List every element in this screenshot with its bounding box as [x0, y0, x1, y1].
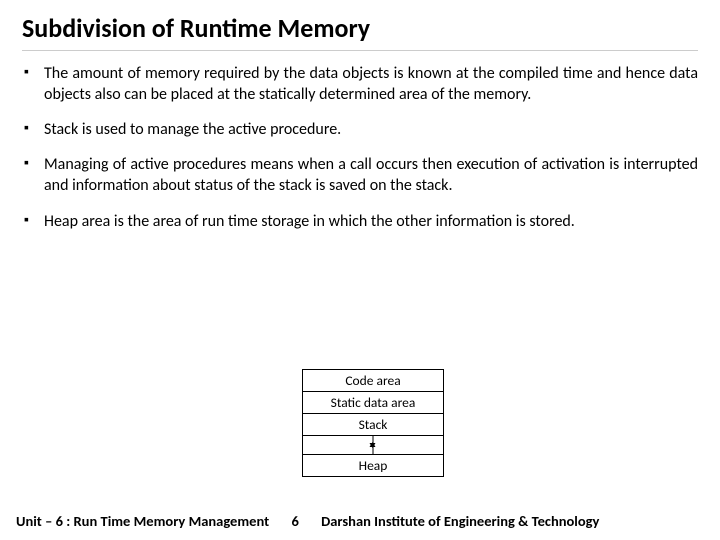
footer-page-number: 6: [269, 512, 321, 530]
slide-footer: Unit – 6 : Run Time Memory Management 6 …: [0, 512, 720, 540]
diagram-row-static: Static data area: [302, 391, 444, 414]
footer-institute: Darshan Institute of Engineering & Techn…: [321, 512, 704, 530]
footer-unit: Unit – 6 : Run Time Memory Management: [16, 512, 269, 530]
slide: Subdivision of Runtime Memory The amount…: [0, 0, 720, 540]
list-item: Heap area is the area of run time storag…: [22, 211, 698, 232]
diagram-row-code: Code area: [302, 369, 444, 392]
list-item: Managing of active procedures means when…: [22, 154, 698, 196]
diagram-gap: [302, 435, 444, 455]
bullet-list: The amount of memory required by the dat…: [22, 63, 698, 232]
diagram-row-heap: Heap: [302, 454, 444, 477]
list-item: The amount of memory required by the dat…: [22, 63, 698, 105]
list-item: Stack is used to manage the active proce…: [22, 119, 698, 140]
diagram-row-stack: Stack: [302, 413, 444, 436]
slide-title: Subdivision of Runtime Memory: [22, 12, 698, 51]
arrow-up-icon: [373, 446, 374, 454]
memory-diagram: Code area Static data area Stack Heap: [302, 370, 444, 477]
